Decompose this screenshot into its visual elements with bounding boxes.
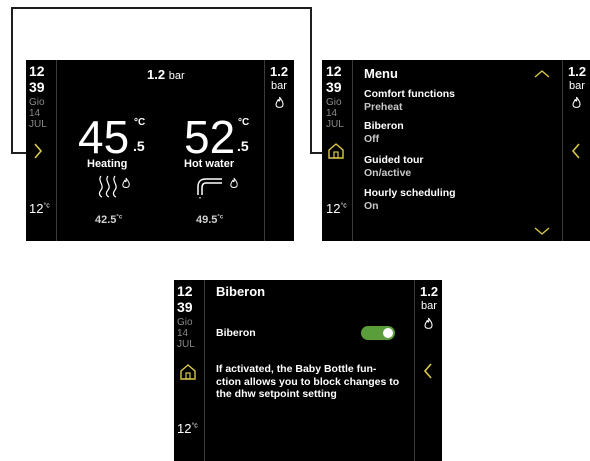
side-pressure-unit: bar — [271, 80, 287, 92]
page-title: Biberon — [216, 284, 266, 299]
menu-title: Menu — [364, 66, 398, 81]
clock-hour: 12 — [29, 63, 45, 79]
outside-temperature: 12°c — [29, 201, 50, 216]
connector-line-top — [11, 7, 312, 9]
clock-minute: 39 — [177, 299, 193, 315]
biberon-toggle-label: Biberon — [216, 327, 256, 339]
side-pressure-unit: bar — [421, 300, 437, 312]
menu-item-hourly-scheduling-value: On — [364, 200, 379, 212]
home-icon[interactable] — [179, 363, 197, 386]
right-status-panel: 1.2 bar — [563, 60, 590, 241]
left-divider — [352, 60, 353, 241]
chevron-right-icon[interactable] — [32, 142, 44, 165]
home-screen: 12 39 Gio 14 JUL 12°c 1.2 bar 45 °C .5 H… — [26, 60, 294, 241]
flame-icon — [121, 176, 131, 194]
menu-item-comfort-functions-value: Preheat — [364, 101, 403, 113]
clock-hour: 12 — [177, 283, 193, 299]
connector-line-right — [310, 7, 312, 153]
month: JUL — [326, 119, 344, 130]
biberon-screen: 12 39 Gio 14 JUL 12°c Biberon Biberon If… — [174, 280, 442, 461]
heating-temp-decimal: .5 — [133, 138, 145, 154]
description-line: If activated, the Baby Bottle fun- — [216, 363, 377, 375]
heating-setpoint: 42.5°c — [95, 214, 123, 226]
clock-minute: 39 — [326, 79, 342, 95]
hot-water-label[interactable]: Hot water — [184, 158, 234, 170]
left-status-panel: 12 39 Gio 14 JUL 12°c — [174, 280, 204, 461]
toggle-knob — [383, 328, 393, 338]
header-pressure: 1.2 bar — [147, 67, 185, 82]
heating-temp-integer: 45 — [78, 111, 130, 163]
flame-icon — [229, 176, 239, 194]
side-pressure-value: 1.2 — [270, 64, 289, 79]
chevron-up-icon[interactable] — [533, 66, 551, 84]
flame-icon — [571, 96, 582, 114]
outside-temperature: 12°c — [177, 421, 198, 436]
header-pressure-value: 1.2 — [147, 67, 166, 82]
home-icon[interactable] — [327, 142, 345, 165]
biberon-toggle[interactable] — [361, 326, 395, 340]
side-pressure-unit: bar — [569, 80, 585, 92]
right-status-panel: 1.2 bar — [415, 280, 442, 461]
tap-icon — [194, 175, 224, 206]
month: JUL — [177, 339, 195, 350]
description-line: the dhw setpoint setting — [216, 388, 337, 400]
clock-hour: 12 — [326, 63, 342, 79]
side-pressure-value: 1.2 — [568, 64, 587, 79]
menu-item-hourly-scheduling[interactable]: Hourly scheduling — [364, 187, 456, 199]
menu-item-biberon[interactable]: Biberon — [364, 120, 404, 132]
left-divider — [204, 280, 205, 461]
clock-minute: 39 — [29, 79, 45, 95]
flame-icon — [423, 317, 434, 335]
menu-item-comfort-functions[interactable]: Comfort functions — [364, 88, 455, 100]
flame-icon — [274, 96, 285, 114]
right-status-panel: 1.2 bar — [265, 60, 294, 241]
weekday: Gio — [326, 97, 342, 108]
connector-line-stub-left — [11, 152, 26, 154]
date: 14 — [177, 328, 189, 339]
chevron-left-icon[interactable] — [570, 142, 582, 165]
weekday: Gio — [177, 317, 193, 328]
menu-screen: 12 39 Gio 14 JUL 12°c Menu Comfort funct… — [322, 60, 590, 241]
hot-water-temp-integer: 52 — [184, 111, 236, 163]
description-line: ction allows you to block changes to — [216, 375, 400, 388]
hot-water-setpoint: 49.5°c — [196, 214, 224, 226]
left-status-panel: 12 39 Gio 14 JUL 12°c — [26, 60, 56, 241]
left-divider — [56, 60, 57, 241]
heating-temp-unit: °C — [134, 117, 146, 128]
header-pressure-unit: bar — [168, 70, 185, 82]
date: 14 — [326, 108, 338, 119]
menu-item-guided-tour[interactable]: Guided tour — [364, 154, 424, 166]
outside-temperature: 12°c — [326, 201, 347, 216]
left-status-panel: 12 39 Gio 14 JUL 12°c — [322, 60, 352, 241]
chevron-down-icon[interactable] — [533, 223, 551, 241]
hot-water-temp-unit: °C — [238, 117, 250, 128]
side-pressure-value: 1.2 — [420, 284, 439, 299]
menu-item-guided-tour-value: On/active — [364, 167, 412, 179]
date: 14 — [29, 108, 41, 119]
hot-water-temp-decimal: .5 — [237, 138, 249, 154]
chevron-left-icon[interactable] — [422, 362, 434, 385]
heating-label[interactable]: Heating — [87, 158, 127, 170]
menu-item-biberon-value: Off — [364, 133, 380, 145]
weekday: Gio — [29, 97, 45, 108]
biberon-description: If activated, the Baby Bottle fun- ction… — [216, 363, 411, 401]
month: JUL — [29, 119, 47, 130]
connector-line-left — [11, 7, 13, 153]
